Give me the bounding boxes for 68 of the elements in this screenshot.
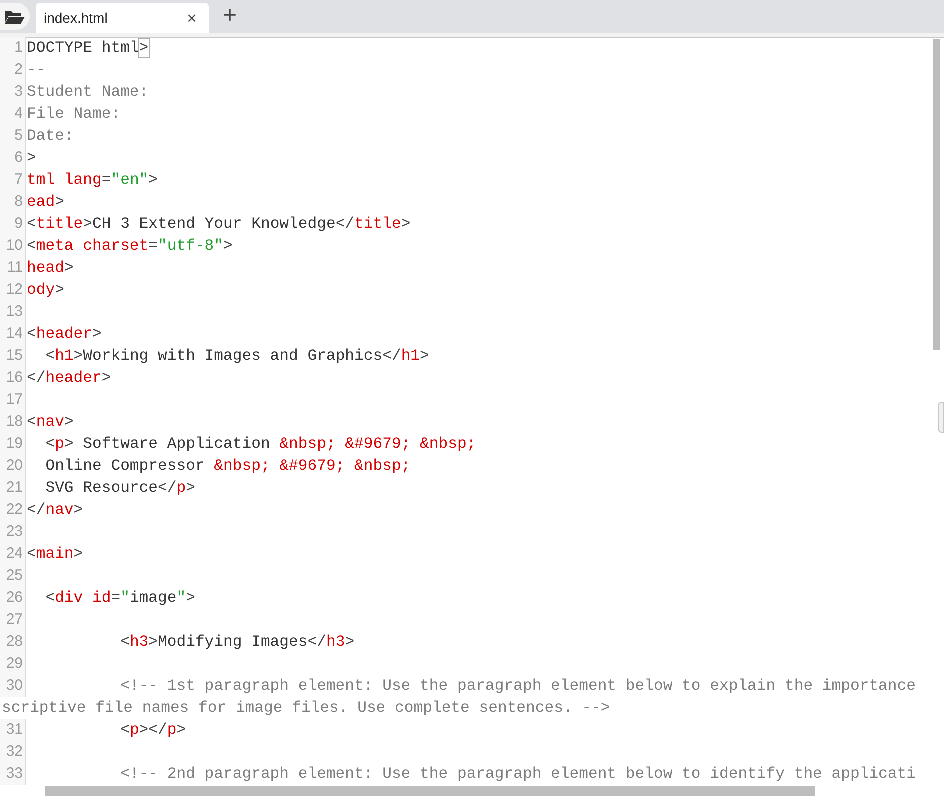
code-line: </nav> [26,500,84,521]
file-tab[interactable]: index.html × [36,3,209,33]
code-line: <meta charset="utf-8"> [26,236,233,257]
line-number: 17 [6,390,23,410]
code-line: <!-- 1st paragraph element: Use the paragraph element below to explain the importance [120,676,916,697]
line-number: 15 [6,346,23,366]
line-number: 7 [14,170,23,190]
code-line: head> [26,258,74,279]
line-number: 21 [6,478,23,498]
code-line: </header> [26,368,112,389]
line-number: 16 [6,368,23,388]
line-number: 1 [14,38,23,58]
code-line: DOCTYPE html> [26,38,149,59]
line-number: 18 [6,412,23,432]
line-number: 10 [6,236,23,256]
code-line: ead> [26,192,64,213]
code-line: <div id="image"> [44,588,196,609]
line-number: 12 [6,280,23,300]
code-line: SVG Resource</p> [44,478,196,499]
line-number: 9 [14,214,23,234]
line-number: 31 [6,720,23,740]
code-line: <!-- 2nd paragraph element: Use the paragraph element below to identify the applicati [120,764,916,785]
code-line: <h1>Working with Images and Graphics</h1> [44,346,430,367]
horizontal-scrollbar-thumb[interactable] [45,786,815,796]
code-line: scriptive file names for image files. Use complete sentences. --> [1,698,610,719]
code-line: File Name: [26,104,121,125]
code-line: Date: [26,126,74,147]
code-line: <h3>Modifying Images</h3> [120,632,355,653]
line-number: 5 [14,126,23,146]
line-number: 2 [14,60,23,80]
line-number: 25 [6,566,23,586]
code-line: -- [26,60,46,81]
vertical-scrollbar-thumb[interactable] [933,39,940,350]
code-line: <p> Software Application &nbsp; &#9679; &nbsp; [44,434,476,455]
line-number: 28 [6,632,23,652]
line-number: 8 [14,192,23,212]
line-number: 6 [14,148,23,168]
resize-handle[interactable] [938,402,944,433]
code-line: Online Compressor &nbsp; &#9679; &nbsp; [44,456,411,477]
line-number: 26 [6,588,23,608]
new-tab-button[interactable]: + [223,4,238,28]
open-folder-button[interactable] [0,3,30,30]
line-number: 13 [6,302,23,322]
line-number: 20 [6,456,23,476]
line-number: 33 [6,764,23,784]
line-number: 29 [6,654,23,674]
code-line: ody> [26,280,64,301]
code-line: > [26,148,36,169]
line-number: 19 [6,434,23,454]
line-number: 14 [6,324,23,344]
line-number: 22 [6,500,23,520]
line-number: 30 [6,676,23,696]
code-line: tml lang="en"> [26,170,158,191]
line-number: 23 [6,522,23,542]
line-number: 24 [6,544,23,564]
line-number: 11 [7,258,23,278]
code-line: <main> [26,544,84,565]
folder-icon [5,10,25,24]
line-number: 3 [14,82,23,102]
line-number: 27 [6,610,23,630]
code-line: <p></p> [120,720,186,741]
code-line: <header> [26,324,102,345]
code-line: <title>CH 3 Extend Your Knowledge</title> [26,214,411,235]
close-tab-button[interactable]: × [187,10,197,26]
code-line: <nav> [26,412,74,433]
line-number: 4 [14,104,23,124]
code-line: Student Name: [26,82,149,103]
line-number: 32 [6,742,23,762]
